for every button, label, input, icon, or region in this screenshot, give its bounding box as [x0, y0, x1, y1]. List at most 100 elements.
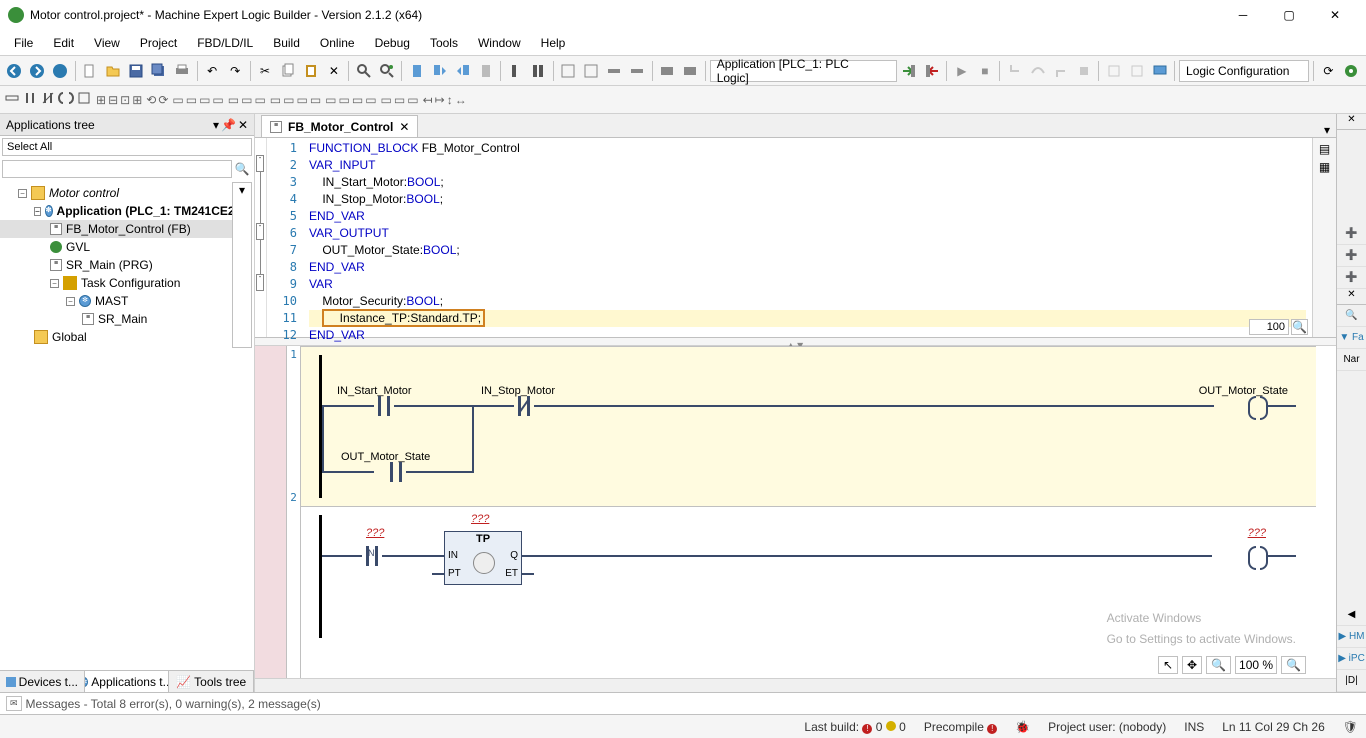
rung-2[interactable]: ??? N ??? TP IN Q PT ET: [301, 506, 1316, 646]
unknown-label-coil[interactable]: ???: [1248, 527, 1266, 539]
t2-i8[interactable]: ▭: [186, 93, 197, 107]
close-button[interactable]: ✕: [1312, 0, 1358, 30]
find-replace-icon[interactable]: [376, 60, 397, 82]
minimize-button[interactable]: ─: [1220, 0, 1266, 30]
nav-home-icon[interactable]: [50, 60, 71, 82]
declaration-zoom-input[interactable]: [1249, 319, 1289, 335]
tb-icon-g[interactable]: [1103, 60, 1124, 82]
ladder-editor[interactable]: 12 IN_Start_Motor IN_Stop_Motor: [255, 346, 1336, 678]
code-text[interactable]: FUNCTION_BLOCK FB_Motor_Control VAR_INPU…: [303, 138, 1312, 337]
breakpoint-icon[interactable]: [505, 60, 526, 82]
login-icon[interactable]: [899, 60, 920, 82]
menu-project[interactable]: Project: [130, 32, 187, 54]
select-all-combo[interactable]: Select All: [2, 138, 252, 156]
tree-srmain-task[interactable]: ≡SR_Main: [0, 310, 232, 328]
refresh-icon[interactable]: ⟳: [1318, 60, 1339, 82]
t2-i22[interactable]: ▭: [381, 93, 392, 107]
t2-i23[interactable]: ▭: [394, 93, 405, 107]
save-all-icon[interactable]: [149, 60, 170, 82]
sidebar-search-input[interactable]: [2, 160, 232, 178]
menu-edit[interactable]: Edit: [43, 32, 84, 54]
panel-pin-icon[interactable]: 📌: [221, 118, 236, 132]
step-into-icon[interactable]: [1004, 60, 1025, 82]
tree-root[interactable]: −Motor control: [0, 184, 232, 202]
paste-icon[interactable]: [300, 60, 321, 82]
step-cursor-icon[interactable]: [1073, 60, 1094, 82]
lad-contact-no-icon[interactable]: [22, 90, 38, 109]
t2-i24[interactable]: ▭: [407, 93, 418, 107]
right-plus-2[interactable]: ➕: [1337, 245, 1366, 267]
t2-i7[interactable]: ▭: [172, 93, 183, 107]
fb-tp-box[interactable]: TP IN Q PT ET: [444, 531, 522, 585]
lad-network-icon[interactable]: [4, 90, 20, 109]
t2-i16[interactable]: ▭: [296, 93, 307, 107]
tree-global[interactable]: Global: [0, 328, 232, 346]
t2-i3[interactable]: ⊡: [120, 93, 130, 107]
cut-icon[interactable]: ✂: [255, 60, 276, 82]
run-icon[interactable]: ▶: [951, 60, 972, 82]
tb-icon-f[interactable]: [680, 60, 701, 82]
tb-icon-d[interactable]: [627, 60, 648, 82]
t2-i12[interactable]: ▭: [241, 93, 252, 107]
delete-icon[interactable]: ✕: [323, 60, 344, 82]
zoom-icon[interactable]: 🔍: [1206, 656, 1231, 674]
t2-i27[interactable]: ↕: [447, 93, 453, 107]
t2-i28[interactable]: ↔: [455, 93, 467, 107]
tb-icon-a[interactable]: [558, 60, 579, 82]
tb-icon-b[interactable]: [581, 60, 602, 82]
cursor-icon[interactable]: ↖: [1158, 656, 1178, 674]
t2-i20[interactable]: ▭: [352, 93, 363, 107]
move-icon[interactable]: ✥: [1182, 656, 1202, 674]
t2-i4[interactable]: ⊞: [132, 93, 142, 107]
right-close-2[interactable]: ✕: [1337, 289, 1366, 305]
t2-i19[interactable]: ▭: [339, 93, 350, 107]
nav-fwd-icon[interactable]: [27, 60, 48, 82]
new-icon[interactable]: [80, 60, 101, 82]
zoom-fit-icon[interactable]: 🔍: [1281, 656, 1306, 674]
search-icon[interactable]: 🔍: [232, 160, 252, 178]
unknown-label-fb[interactable]: ???: [471, 513, 489, 525]
save-icon[interactable]: [126, 60, 147, 82]
t2-i25[interactable]: ↤: [423, 93, 433, 107]
tab-close-icon[interactable]: ✕: [399, 120, 409, 134]
menu-view[interactable]: View: [84, 32, 130, 54]
coil-out-motor[interactable]: [1248, 396, 1268, 416]
logic-config-combo[interactable]: Logic Configuration: [1179, 60, 1309, 82]
view-icon-a[interactable]: ▤: [1319, 142, 1330, 156]
rung-1[interactable]: IN_Start_Motor IN_Stop_Motor OUT_Motor_S…: [301, 346, 1316, 506]
menu-fbd[interactable]: FBD/LD/IL: [187, 32, 263, 54]
application-combo[interactable]: Application [PLC_1: PLC Logic]: [710, 60, 897, 82]
menu-online[interactable]: Online: [310, 32, 365, 54]
tree-dropdown-icon[interactable]: ▾: [232, 182, 252, 348]
right-scroll-left[interactable]: ◀: [1337, 604, 1366, 626]
right-plus-1[interactable]: ➕: [1337, 223, 1366, 245]
tab-tools-tree[interactable]: 📈Tools tree: [169, 671, 254, 692]
tb-icon-h[interactable]: [1126, 60, 1147, 82]
menu-help[interactable]: Help: [531, 32, 576, 54]
panel-close-icon[interactable]: ✕: [238, 118, 248, 132]
right-favorites[interactable]: ▼ Fa: [1337, 327, 1366, 349]
menu-tools[interactable]: Tools: [420, 32, 468, 54]
coil-unknown[interactable]: [1248, 546, 1268, 566]
undo-icon[interactable]: ↶: [202, 60, 223, 82]
t2-i18[interactable]: ▭: [325, 93, 336, 107]
right-close-1[interactable]: ✕: [1337, 114, 1366, 130]
editor-tabs-menu-icon[interactable]: ▾: [1318, 123, 1336, 137]
t2-i1[interactable]: ⊞: [96, 93, 106, 107]
stop-icon[interactable]: ■: [974, 60, 995, 82]
t2-i14[interactable]: ▭: [270, 93, 281, 107]
right-d[interactable]: |D|: [1337, 670, 1366, 692]
menu-debug[interactable]: Debug: [365, 32, 420, 54]
t2-i10[interactable]: ▭: [212, 93, 223, 107]
bookmark-toggle-icon[interactable]: [406, 60, 427, 82]
tb-icon-c[interactable]: [604, 60, 625, 82]
contact-out-motor-state[interactable]: [386, 462, 406, 482]
ladder-zoom-input[interactable]: [1235, 656, 1277, 674]
tb-icon-e[interactable]: [657, 60, 678, 82]
breakpoint-list-icon[interactable]: [528, 60, 549, 82]
t2-i11[interactable]: ▭: [228, 93, 239, 107]
nav-back-icon[interactable]: [4, 60, 25, 82]
bookmark-clear-icon[interactable]: [475, 60, 496, 82]
t2-i2[interactable]: ⊟: [108, 93, 118, 107]
t2-i5[interactable]: ⟲: [146, 93, 156, 107]
